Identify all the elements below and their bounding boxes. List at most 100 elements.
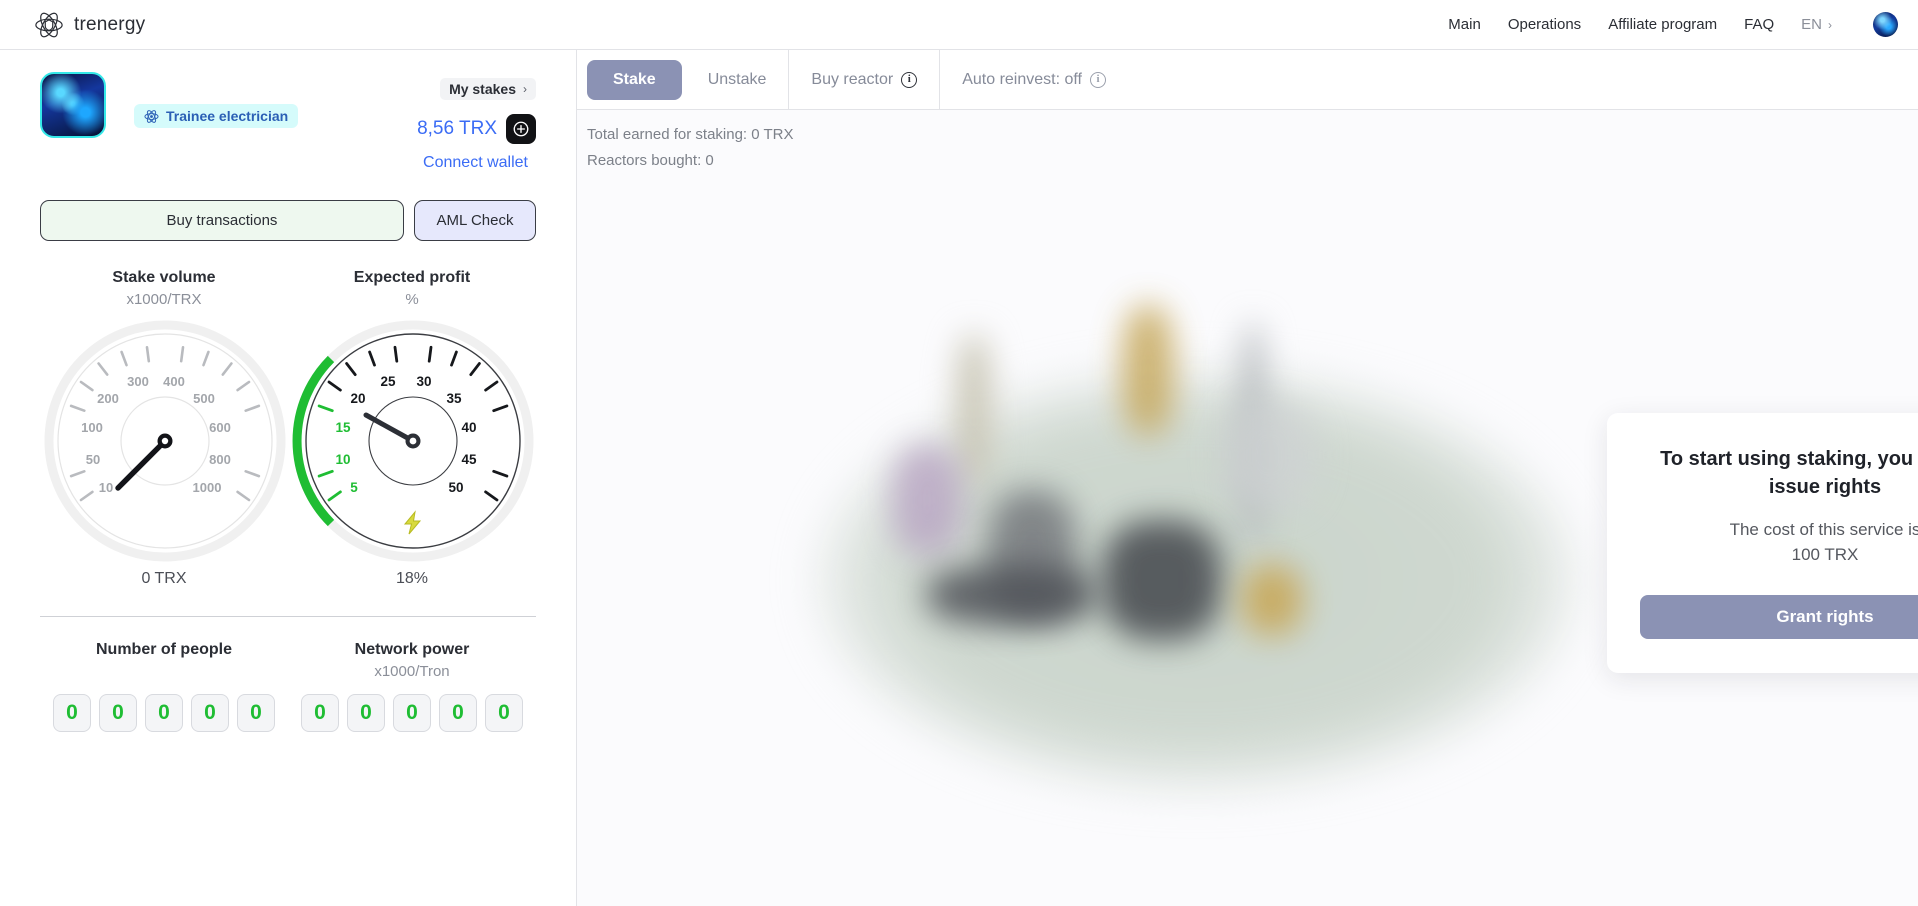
gauge-tick-label: 40 [461,420,476,435]
nav-item-operations[interactable]: Operations [1508,16,1581,33]
digit-cell: 0 [485,694,523,732]
my-stakes-button[interactable]: My stakes › [440,78,536,100]
chevron-right-icon: › [523,82,527,96]
balance-row: 8,56 TRX [417,114,536,144]
gauge-tick-label: 20 [350,391,365,406]
balance-amount[interactable]: 8,56 TRX [417,118,497,140]
gauges-row: Stake volume x1000/TRX 10 50 100 200 300… [40,269,536,588]
gauge-title: Expected profit [353,269,471,286]
reactors-bought-text: Reactors bought: 0 [587,152,714,169]
expected-profit-gauge-chart: 5 10 15 20 25 30 35 40 45 50 [292,320,534,562]
gauge-subtitle: % [405,291,419,308]
digit-cell: 0 [347,694,385,732]
profile-avatar-icon[interactable] [40,72,106,138]
digit-cell: 0 [99,694,137,732]
digit-cell: 0 [191,694,229,732]
gauge-tick-label: 200 [97,391,119,406]
chevron-right-icon: › [1828,17,1832,32]
info-icon[interactable]: i [901,71,918,88]
nav-links: Main Operations Affiliate program FAQ EN… [1448,12,1898,37]
digit-cell: 0 [145,694,183,732]
tab-bar: Stake Unstake Buy reactor i Auto reinves… [577,49,1918,110]
nav-item-faq[interactable]: FAQ [1744,16,1774,33]
tab-stake[interactable]: Stake [587,59,682,100]
tab-buy-reactor[interactable]: Buy reactor i [788,49,939,110]
gauge-value-text: 0 TRX [141,570,187,587]
rank-badge-label: Trainee electrician [166,108,289,124]
buy-transactions-button[interactable]: Buy transactions [40,200,404,241]
language-selector[interactable]: EN › [1801,16,1832,33]
stake-volume-gauge-chart: 10 50 100 200 300 400 500 600 800 1000 [44,320,286,562]
digit-cell: 0 [237,694,275,732]
nav-item-affiliate-program[interactable]: Affiliate program [1608,16,1717,33]
gauge-tick-label: 500 [193,391,215,406]
tab-auto-reinvest[interactable]: Auto reinvest: off i [939,49,1128,110]
gauge-tick-label: 600 [209,420,231,435]
rank-badge: Trainee electrician [134,104,299,128]
counter-subtitle: x1000/Tron [374,663,450,680]
user-avatar-icon[interactable] [1873,12,1898,37]
main-content-panel: Stake Unstake Buy reactor i Auto reinves… [577,49,1918,906]
stakes-column: My stakes › 8,56 TRX [417,72,536,144]
connect-wallet-link[interactable]: Connect wallet [40,154,536,172]
aml-check-button[interactable]: AML Check [414,200,536,241]
modal-subtitle: The cost of this service is 100 TRX [1729,520,1918,564]
blurred-background-artwork [772,305,1632,865]
digit-cell: 0 [393,694,431,732]
gauge-stake-volume: Stake volume x1000/TRX 10 50 100 200 300… [40,269,288,588]
plus-circle-icon[interactable] [506,114,536,144]
tab-auto-reinvest-label: Auto reinvest: off [962,70,1082,88]
counter-subtitle [40,663,288,682]
left-sidebar-panel: Trainee electrician My stakes › 8,56 TRX [0,50,577,906]
gauge-tick-label: 300 [127,374,149,389]
digit-cell: 0 [439,694,477,732]
gauge-tick-label: 800 [209,452,231,467]
profile-row: Trainee electrician My stakes › 8,56 TRX [40,50,536,146]
gauge-tick-label: 45 [461,452,477,467]
gauge-tick-label: 100 [81,420,103,435]
counter-number-of-people: Number of people 0 0 0 0 0 [40,641,288,732]
modal-title: To start using staking, you need to issu… [1660,448,1918,498]
gauge-expected-profit: Expected profit % 5 10 15 20 25 30 35 40… [288,269,536,588]
staking-stats: Total earned for staking: 0 TRX Reactors… [577,110,1918,174]
gauge-subtitle: x1000/TRX [126,291,202,308]
brand-name: trenergy [74,13,146,35]
tab-unstake[interactable]: Unstake [686,50,789,110]
grant-rights-button[interactable]: Grant rights [1640,595,1918,639]
counter-title: Network power [354,641,470,658]
gauge-tick-label: 15 [335,420,351,435]
tab-unstake-label: Unstake [707,70,767,88]
top-navigation-bar: trenergy Main Operations Affiliate progr… [0,0,1918,50]
sidebar-actions-row: Buy transactions AML Check [40,200,536,241]
atom-icon [144,109,159,123]
language-label: EN [1801,16,1822,33]
gauge-value-text: 18% [395,570,429,587]
digit-cell: 0 [53,694,91,732]
gauge-tick-label: 50 [86,452,100,467]
digit-group: 0 0 0 0 0 [40,694,288,732]
sidebar-divider [40,616,536,617]
digit-group: 0 0 0 0 0 [288,694,536,732]
info-icon[interactable]: i [1090,71,1106,88]
gauge-tick-label: 10 [335,452,350,467]
digit-cell: 0 [301,694,339,732]
brand-logo-group[interactable]: trenergy [34,10,145,40]
nav-item-main[interactable]: Main [1448,16,1481,33]
tab-buy-reactor-label: Buy reactor [811,70,894,88]
counter-network-power: Network power x1000/Tron 0 0 0 0 0 [288,641,536,732]
gauge-title: Stake volume [112,269,216,286]
my-stakes-label: My stakes [449,81,516,97]
counters-row: Number of people 0 0 0 0 0 Network power… [40,641,536,732]
gauge-tick-label: 10 [99,480,113,495]
total-earned-text: Total earned for staking: 0 TRX [587,126,794,143]
gauge-tick-label: 30 [416,374,431,389]
gauge-tick-label: 5 [350,480,358,495]
page-body: Trainee electrician My stakes › 8,56 TRX [0,49,1918,906]
gauge-tick-label: 35 [446,391,462,406]
gauge-tick-label: 400 [163,374,185,389]
grant-rights-modal: To start using staking, you need to issu… [1607,413,1918,673]
atom-logo-icon [35,12,63,37]
gauge-tick-label: 50 [448,480,463,495]
gauge-tick-label: 25 [380,374,396,389]
counter-title: Number of people [95,641,232,658]
